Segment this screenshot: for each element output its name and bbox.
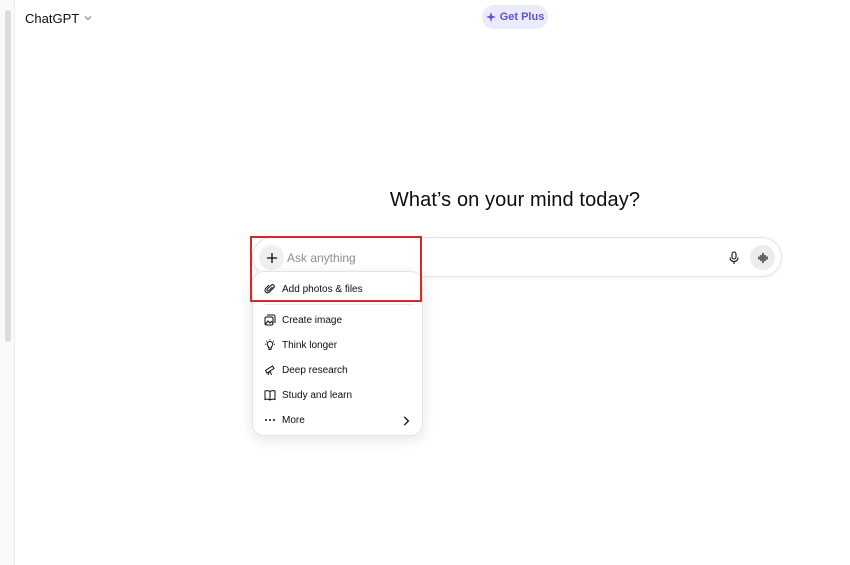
- sparkle-icon: [485, 12, 496, 22]
- chevron-down-icon: [84, 16, 92, 21]
- dictate-button[interactable]: [723, 247, 745, 269]
- ellipsis-icon: [265, 419, 275, 421]
- model-name: ChatGPT: [25, 10, 80, 26]
- menu-item-label: Deep research: [282, 364, 348, 376]
- attach-menu: Add photos & files Create image Think lo…: [252, 271, 423, 436]
- prompt-input[interactable]: [287, 247, 687, 269]
- left-sidebar-strip: [0, 0, 15, 565]
- menu-item-label: Think longer: [282, 339, 338, 351]
- get-plus-label: Get Plus: [499, 11, 545, 23]
- scrollbar-thumb[interactable]: [5, 10, 11, 342]
- image-icon: [264, 314, 276, 326]
- menu-item-create-image[interactable]: Create image: [259, 309, 418, 331]
- chevron-right-icon: [403, 416, 410, 426]
- plus-icon: [266, 252, 277, 263]
- menu-item-add-photos-files[interactable]: Add photos & files: [259, 278, 418, 300]
- attach-plus-button[interactable]: [259, 245, 284, 270]
- page-headline: What’s on your mind today?: [389, 189, 641, 211]
- microphone-icon: [729, 251, 739, 264]
- menu-item-study-and-learn[interactable]: Study and learn: [259, 384, 418, 406]
- book-icon: [264, 390, 276, 401]
- menu-item-more[interactable]: More: [259, 409, 418, 431]
- menu-item-label: More: [282, 414, 305, 426]
- paperclip-icon: [264, 284, 275, 294]
- voice-mode-button[interactable]: [750, 245, 775, 270]
- menu-item-label: Study and learn: [282, 389, 353, 401]
- waveform-icon: [757, 252, 768, 263]
- menu-item-label: Create image: [282, 314, 343, 326]
- telescope-icon: [264, 365, 275, 376]
- menu-item-deep-research[interactable]: Deep research: [259, 359, 418, 381]
- get-plus-button[interactable]: Get Plus: [482, 5, 548, 29]
- lightbulb-icon: [265, 339, 275, 350]
- menu-divider: [263, 304, 414, 305]
- menu-item-label: Add photos & files: [282, 283, 363, 295]
- menu-item-think-longer[interactable]: Think longer: [259, 334, 418, 356]
- model-switcher[interactable]: ChatGPT: [25, 8, 93, 28]
